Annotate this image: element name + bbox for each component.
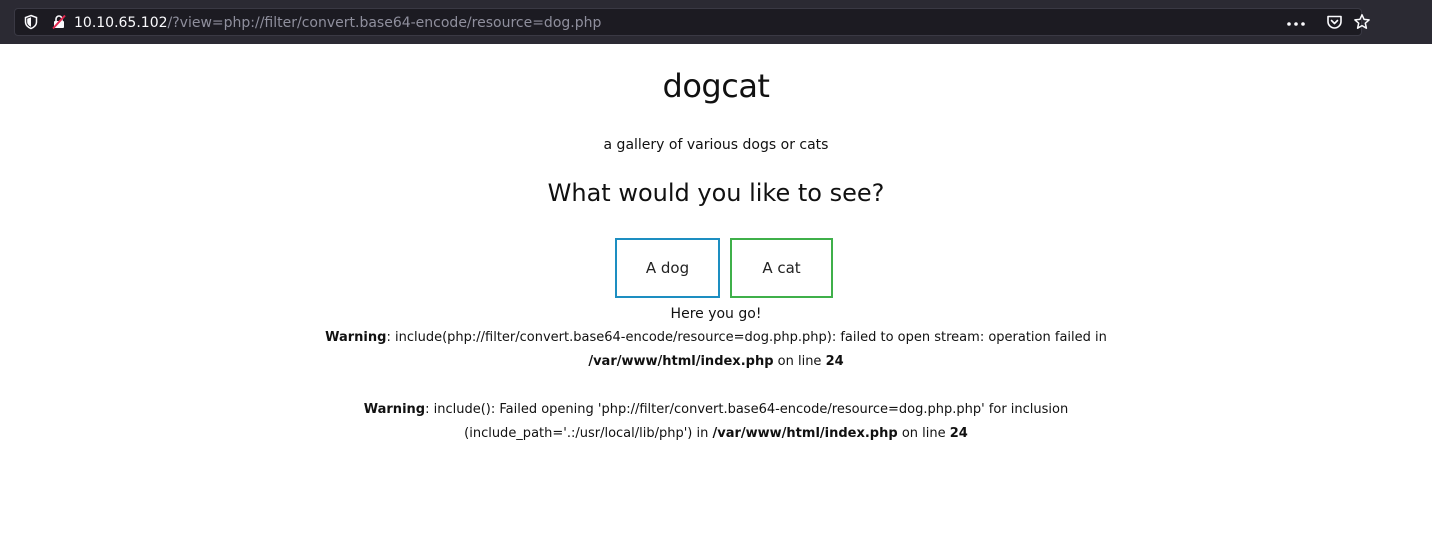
question-heading: What would you like to see? [547, 179, 885, 207]
warning-on-line-text: on line [773, 354, 826, 369]
warning-line-number: 24 [949, 426, 968, 441]
page-content: dogcat a gallery of various dogs or cats… [0, 44, 1432, 553]
dog-button[interactable]: A dog [615, 238, 720, 298]
address-bar[interactable]: 10.10.65.102/?view=php://filter/convert.… [14, 8, 1370, 36]
site-title: dogcat [662, 67, 770, 105]
warning-include-path: (include_path='.:/usr/local/lib/php') in [464, 426, 713, 441]
php-warning-include-opening: Warning: include(): Failed opening 'php:… [0, 398, 1432, 446]
warning-file: /var/www/html/index.php [588, 354, 774, 369]
warning-on-line-text: on line [897, 426, 950, 441]
site-tagline: a gallery of various dogs or cats [603, 137, 829, 153]
warning-label: Warning [325, 330, 387, 345]
star-icon[interactable] [1353, 13, 1371, 31]
warning-line: Warning: include(): Failed opening 'php:… [0, 398, 1432, 422]
url-text[interactable]: 10.10.65.102/?view=php://filter/convert.… [74, 14, 601, 32]
php-warning-include-stream: Warning: include(php://filter/convert.ba… [0, 326, 1432, 374]
warning-line: /var/www/html/index.php on line 24 [0, 350, 1432, 374]
warning-message: : include(): Failed opening 'php://filte… [425, 402, 1069, 417]
warning-line-number: 24 [825, 354, 844, 369]
browser-toolbar: 10.10.65.102/?view=php://filter/convert.… [0, 0, 1432, 44]
insecure-lock-icon[interactable] [51, 14, 67, 30]
result-message: Here you go! [670, 306, 762, 322]
shield-icon[interactable] [23, 14, 39, 30]
warning-line: Warning: include(php://filter/convert.ba… [0, 326, 1432, 350]
meatball-menu-icon[interactable] [1286, 22, 1306, 26]
warning-label: Warning [363, 402, 426, 417]
url-path: /?view=php://filter/convert.base64-encod… [167, 15, 602, 31]
cat-button[interactable]: A cat [730, 238, 833, 298]
url-host: 10.10.65.102 [74, 15, 168, 31]
warning-file: /var/www/html/index.php [712, 426, 898, 441]
warning-message: : include(php://filter/convert.base64-en… [386, 330, 1107, 345]
pocket-icon[interactable] [1326, 14, 1343, 31]
warning-line: (include_path='.:/usr/local/lib/php') in… [0, 422, 1432, 446]
